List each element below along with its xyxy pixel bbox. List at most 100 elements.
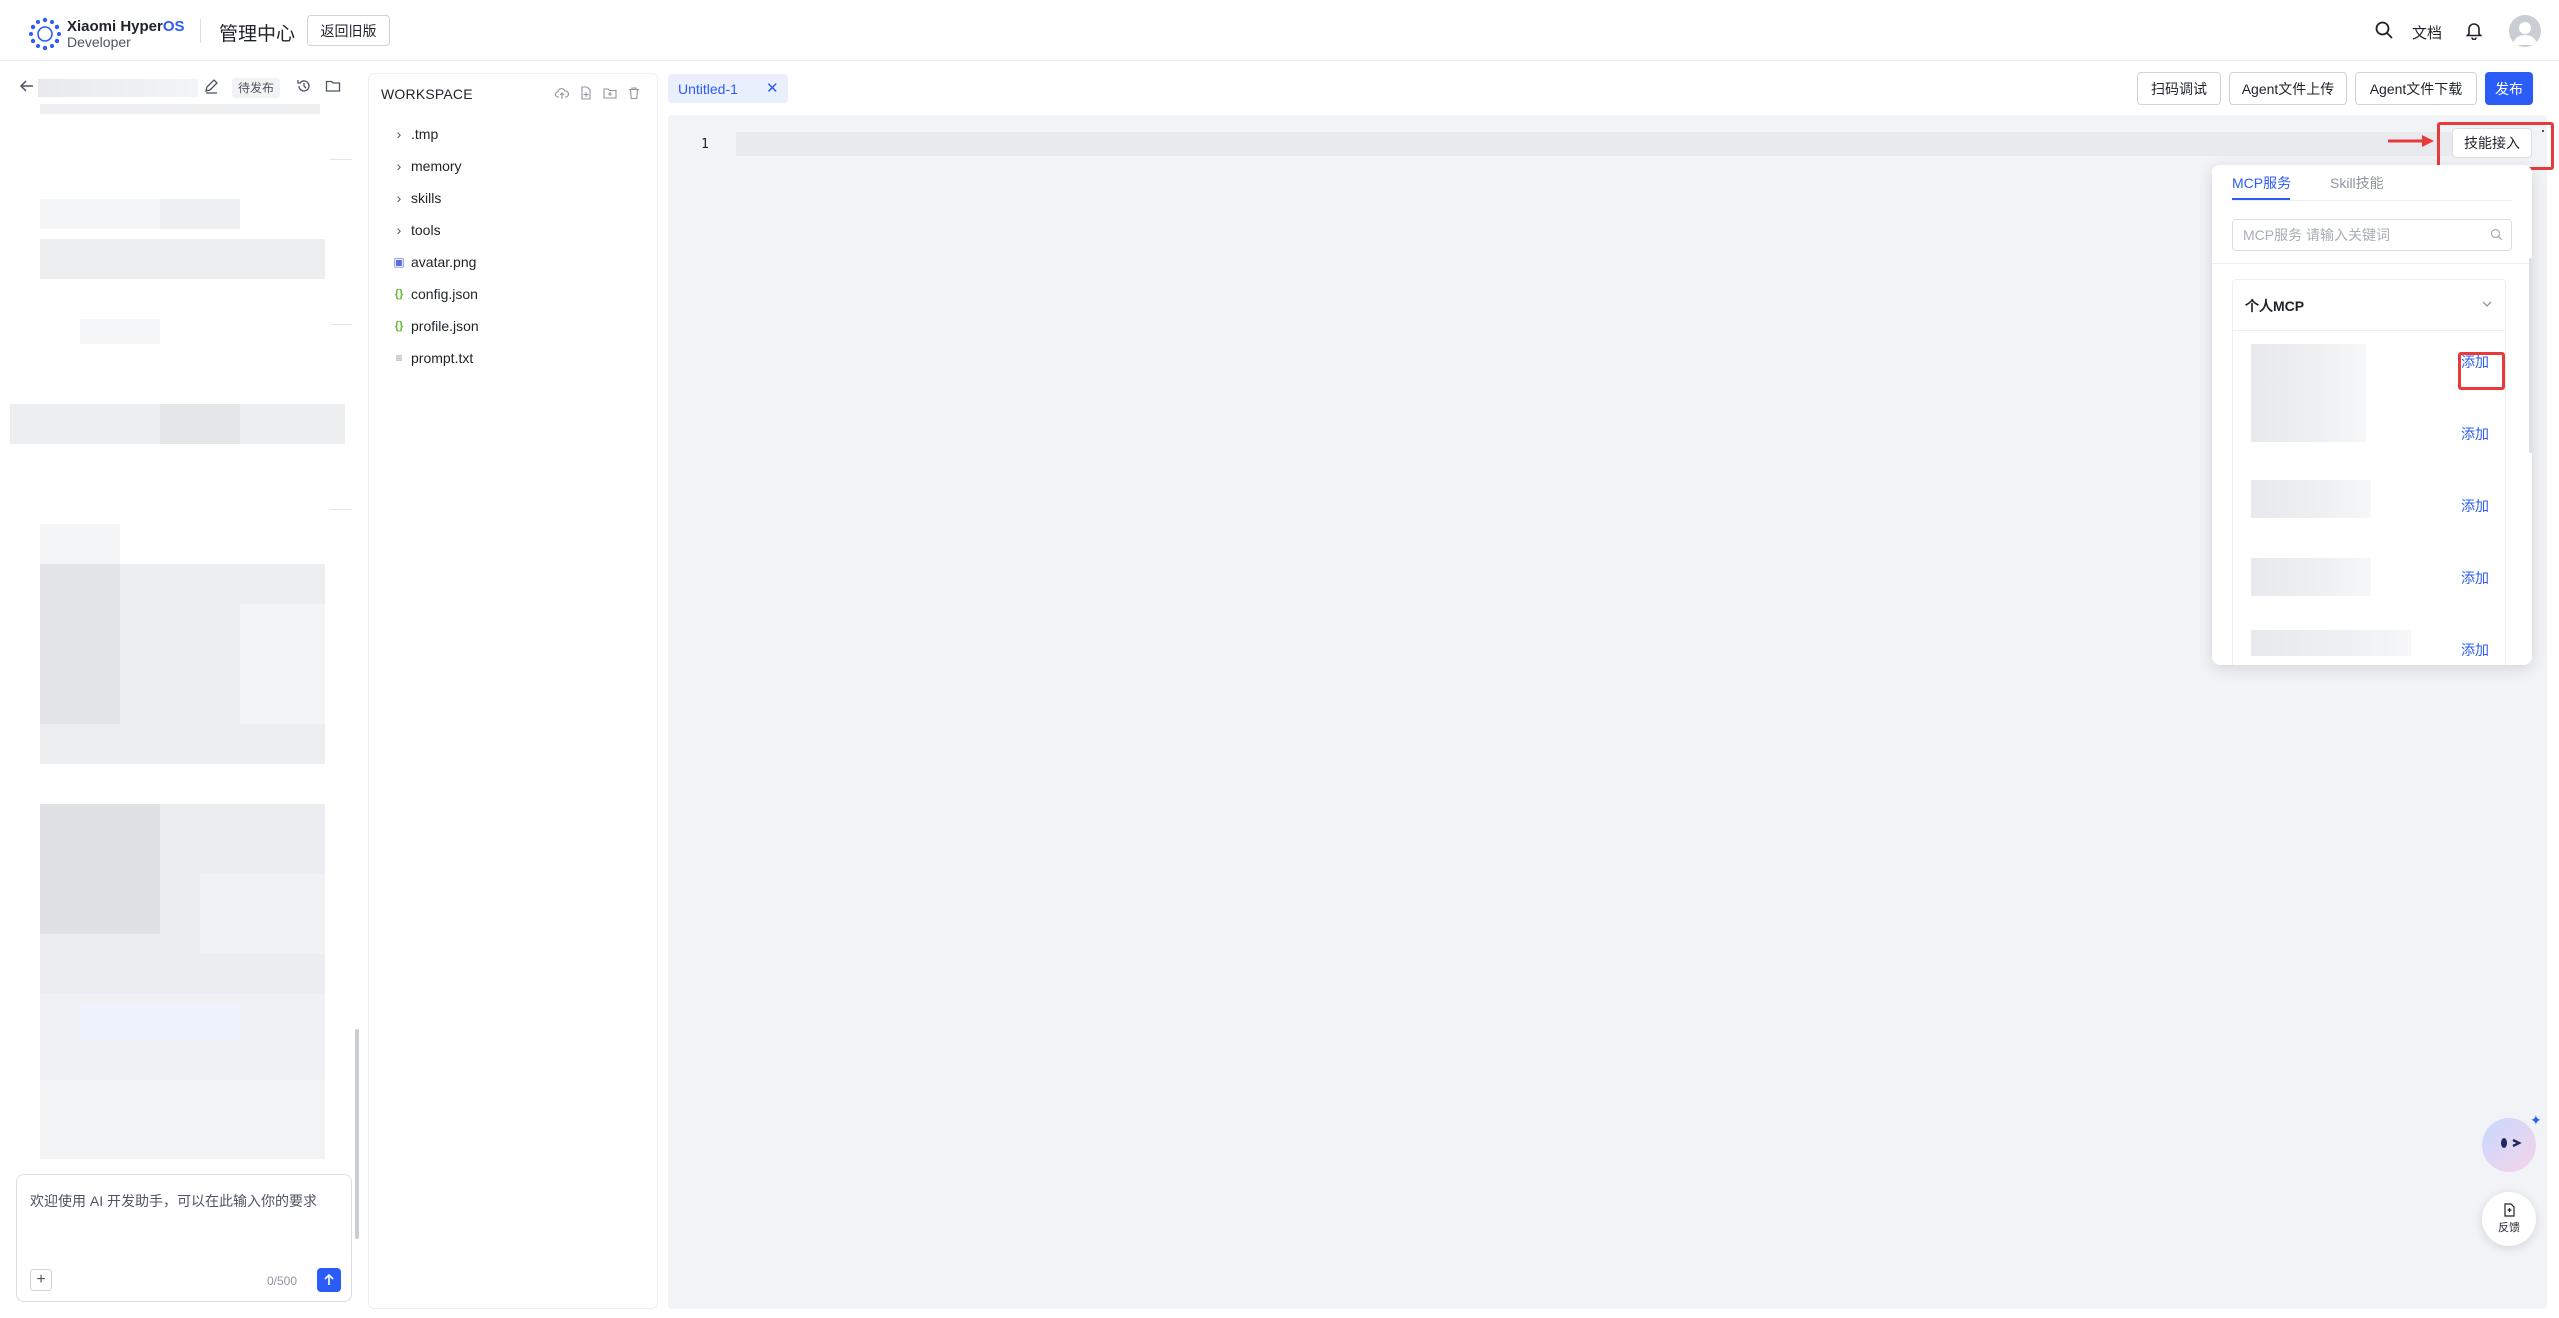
assistant-face-icon xyxy=(2501,1138,2522,1148)
mcp-item: 添加 xyxy=(2233,624,2505,665)
history-icon[interactable] xyxy=(296,78,312,99)
close-icon[interactable]: ✕ xyxy=(766,79,779,97)
mcp-item: 添加 xyxy=(2233,552,2505,624)
mcp-item-name-blurred xyxy=(2251,558,2371,596)
char-count: 0/500 xyxy=(267,1274,298,1288)
chevron-right-icon: › xyxy=(396,190,402,206)
chevron-down-icon[interactable] xyxy=(2481,297,2493,315)
tab-mcp-service[interactable]: MCP服务 xyxy=(2232,173,2291,193)
search-icon[interactable] xyxy=(2490,228,2503,246)
group-title: 个人MCP xyxy=(2245,298,2305,314)
tree-file-prompt[interactable]: ≡ prompt.txt xyxy=(369,342,657,374)
mcp-item-name-blurred xyxy=(2251,480,2371,518)
chat-input-placeholder[interactable]: 欢迎使用 AI 开发助手，可以在此输入你的要求 xyxy=(30,1191,317,1211)
chat-input-box[interactable]: 欢迎使用 AI 开发助手，可以在此输入你的要求 + 0/500 xyxy=(16,1174,352,1302)
tree-folder-memory[interactable]: › memory xyxy=(369,150,657,182)
feedback-icon xyxy=(2504,1203,2515,1217)
tree-item-label: memory xyxy=(411,158,462,174)
search-icon[interactable] xyxy=(2374,20,2394,45)
tree-item-label: skills xyxy=(411,190,442,206)
tree-folder-skills[interactable]: › skills xyxy=(369,182,657,214)
send-icon xyxy=(324,1274,334,1285)
feedback-label: 反馈 xyxy=(2498,1222,2520,1234)
send-button[interactable] xyxy=(317,1268,341,1292)
tab-skill[interactable]: Skill技能 xyxy=(2330,173,2384,193)
edit-icon[interactable] xyxy=(203,78,219,99)
brand-sub: Developer xyxy=(67,34,131,50)
mcp-search-input[interactable] xyxy=(2243,220,2483,250)
text-file-icon: ≡ xyxy=(395,351,403,365)
tree-file-avatar[interactable]: ▣ avatar.png xyxy=(369,246,657,278)
agent-upload-button[interactable]: Agent文件上传 xyxy=(2229,72,2347,105)
new-folder-icon[interactable] xyxy=(601,84,619,102)
sparkle-icon: ✦ xyxy=(2530,1112,2542,1128)
agent-download-button[interactable]: Agent文件下载 xyxy=(2355,72,2477,105)
tree-file-profile[interactable]: {} profile.json xyxy=(369,310,657,342)
xiaomi-hyperos-logo-icon[interactable] xyxy=(27,16,63,52)
annotation-highlight-box xyxy=(2458,352,2505,390)
current-line-highlight xyxy=(736,132,2496,156)
bell-icon[interactable] xyxy=(2464,20,2484,45)
section-divider xyxy=(2212,263,2532,264)
tree-file-config[interactable]: {} config.json xyxy=(369,278,657,310)
group-divider xyxy=(2233,330,2505,331)
tree-folder-tools[interactable]: › tools xyxy=(369,214,657,246)
ai-assistant-button[interactable] xyxy=(2482,1118,2536,1172)
mcp-search-box[interactable] xyxy=(2232,219,2512,251)
dropdown-scrollbar[interactable] xyxy=(2529,258,2532,453)
status-badge: 待发布 xyxy=(232,78,281,98)
dropdown-caret xyxy=(2542,130,2544,132)
image-file-icon: ▣ xyxy=(393,255,405,269)
back-to-old-version-button[interactable]: 返回旧版 xyxy=(307,15,390,46)
folder-icon[interactable] xyxy=(325,78,341,99)
mcp-item-name-blurred xyxy=(2251,630,2411,656)
line-number: 1 xyxy=(701,137,709,152)
brand-name: Xiaomi HyperOS xyxy=(67,18,185,35)
tree-item-label: .tmp xyxy=(411,126,439,142)
top-bar: Xiaomi HyperOS Developer 管理中心 返回旧版 文档 xyxy=(0,0,2559,61)
mcp-item: 添加 xyxy=(2233,480,2505,552)
add-mcp-button[interactable]: 添加 xyxy=(2461,568,2489,588)
tree-item-label: config.json xyxy=(411,286,478,302)
chevron-right-icon: › xyxy=(396,126,402,142)
json-file-icon: {} xyxy=(394,320,404,332)
upload-cloud-icon[interactable] xyxy=(553,84,571,102)
active-tab-indicator xyxy=(2232,198,2290,200)
scan-debug-button[interactable]: 扫码调试 xyxy=(2137,72,2221,105)
annotation-highlight-box xyxy=(2437,122,2554,170)
annotation-arrow-icon xyxy=(2388,135,2434,147)
back-arrow-icon[interactable] xyxy=(19,78,35,99)
user-avatar[interactable] xyxy=(2509,15,2541,47)
personal-mcp-group: 个人MCP 添加 添加 添加 添加 添加 xyxy=(2232,279,2506,665)
workspace-toolbar xyxy=(553,84,643,102)
workspace-title: WORKSPACE xyxy=(381,86,473,102)
chat-panel: 待发布 欢迎使用 AI 开发助手，可以在此输入你的要求 + 0/500 xyxy=(0,69,361,1318)
tree-item-label: avatar.png xyxy=(411,254,477,270)
docs-link[interactable]: 文档 xyxy=(2412,22,2442,43)
add-mcp-button[interactable]: 添加 xyxy=(2461,424,2489,444)
add-mcp-button[interactable]: 添加 xyxy=(2461,640,2489,660)
new-file-icon[interactable] xyxy=(577,84,595,102)
skill-dropdown-panel: MCP服务 Skill技能 个人MCP 添加 添加 添加 添加 xyxy=(2212,165,2532,665)
plus-icon[interactable]: + xyxy=(30,1269,52,1291)
page-title: 管理中心 xyxy=(219,24,296,45)
tab-untitled[interactable]: Untitled-1 ✕ xyxy=(668,74,788,103)
tree-folder-tmp[interactable]: › .tmp xyxy=(369,118,657,150)
chat-scrollbar[interactable] xyxy=(355,1029,359,1239)
add-mcp-button[interactable]: 添加 xyxy=(2461,496,2489,516)
mcp-item: 添加 xyxy=(2233,408,2505,480)
tab-divider xyxy=(2232,200,2512,201)
delete-icon[interactable] xyxy=(625,84,643,102)
json-file-icon: {} xyxy=(394,288,404,300)
tree-item-label: tools xyxy=(411,222,441,238)
workspace-panel: WORKSPACE › .tmp › memory › skills › too… xyxy=(368,73,658,1309)
chat-history-blurred xyxy=(0,104,355,1184)
publish-button[interactable]: 发布 xyxy=(2485,72,2533,105)
tab-label: Untitled-1 xyxy=(678,81,738,97)
file-tree: › .tmp › memory › skills › tools ▣ avata… xyxy=(369,118,657,374)
chevron-right-icon: › xyxy=(396,158,402,174)
tree-item-label: profile.json xyxy=(411,318,479,334)
header-divider xyxy=(200,19,201,43)
chevron-right-icon: › xyxy=(396,222,402,238)
feedback-button[interactable]: 反馈 xyxy=(2482,1192,2536,1246)
